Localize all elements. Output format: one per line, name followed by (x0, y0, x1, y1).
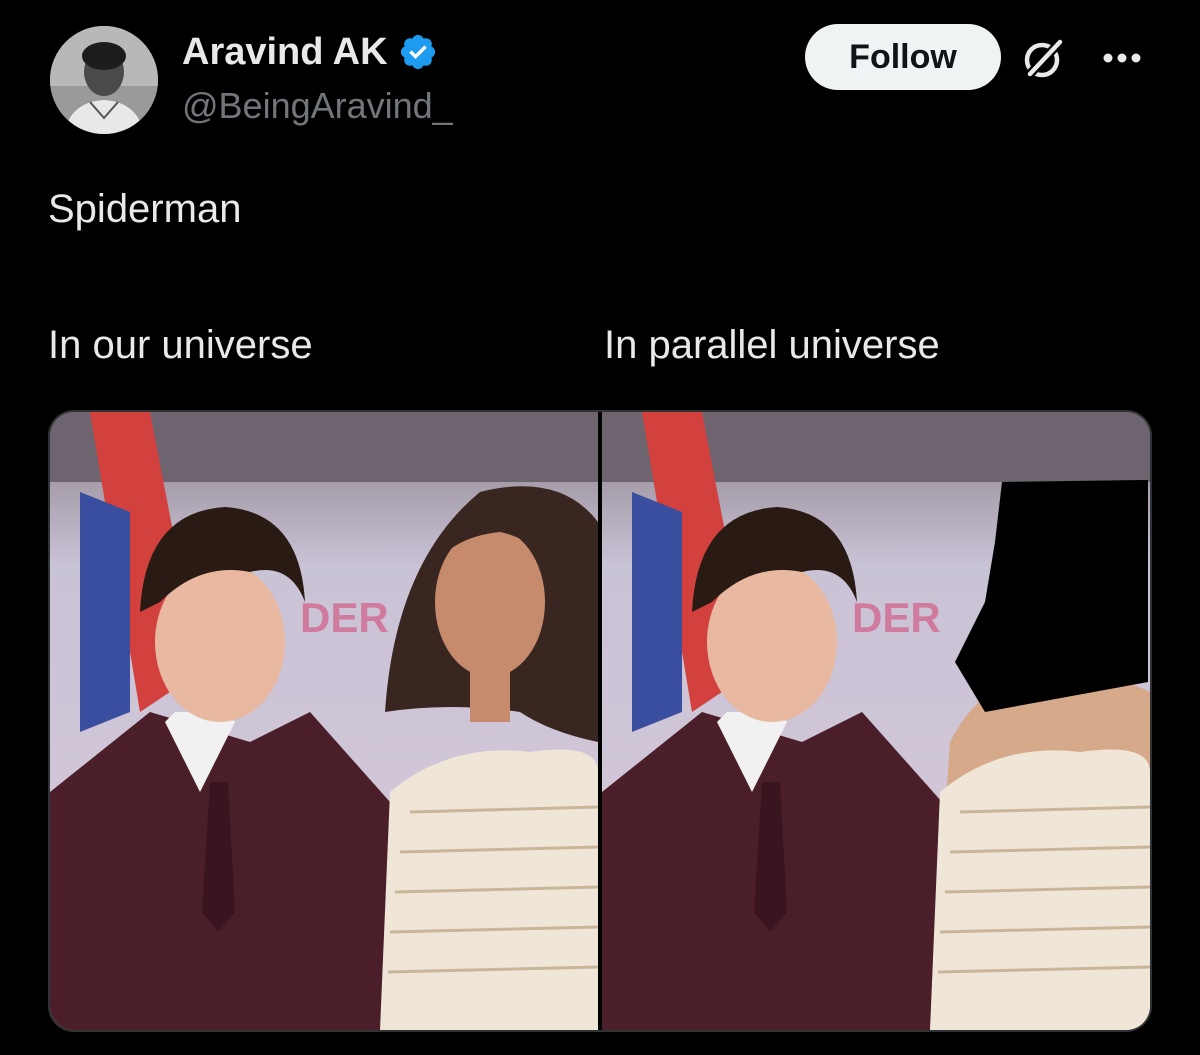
media-photo-collage: DER DER (50, 412, 1150, 1030)
svg-text:DER: DER (852, 594, 941, 641)
grok-icon[interactable] (1020, 34, 1068, 82)
user-avatar-icon (50, 26, 158, 134)
svg-text:DER: DER (300, 594, 389, 641)
verified-badge-icon (398, 32, 438, 72)
photo-edited: DER (602, 412, 1150, 1030)
photo-original: DER (50, 412, 598, 1030)
follow-button[interactable]: Follow (805, 24, 1001, 90)
tweet-caption-left: In our universe (48, 323, 313, 367)
tweet-text-line-1: Spiderman (48, 187, 242, 231)
author-name-row: Aravind AK (182, 30, 438, 74)
tweet-media[interactable]: DER DER (48, 410, 1152, 1032)
author-handle[interactable]: @BeingAravind_ (182, 84, 453, 128)
avatar[interactable] (50, 26, 158, 134)
display-name[interactable]: Aravind AK (182, 30, 388, 74)
more-options-icon[interactable] (1096, 48, 1148, 68)
tweet-caption-right: In parallel universe (604, 323, 940, 367)
